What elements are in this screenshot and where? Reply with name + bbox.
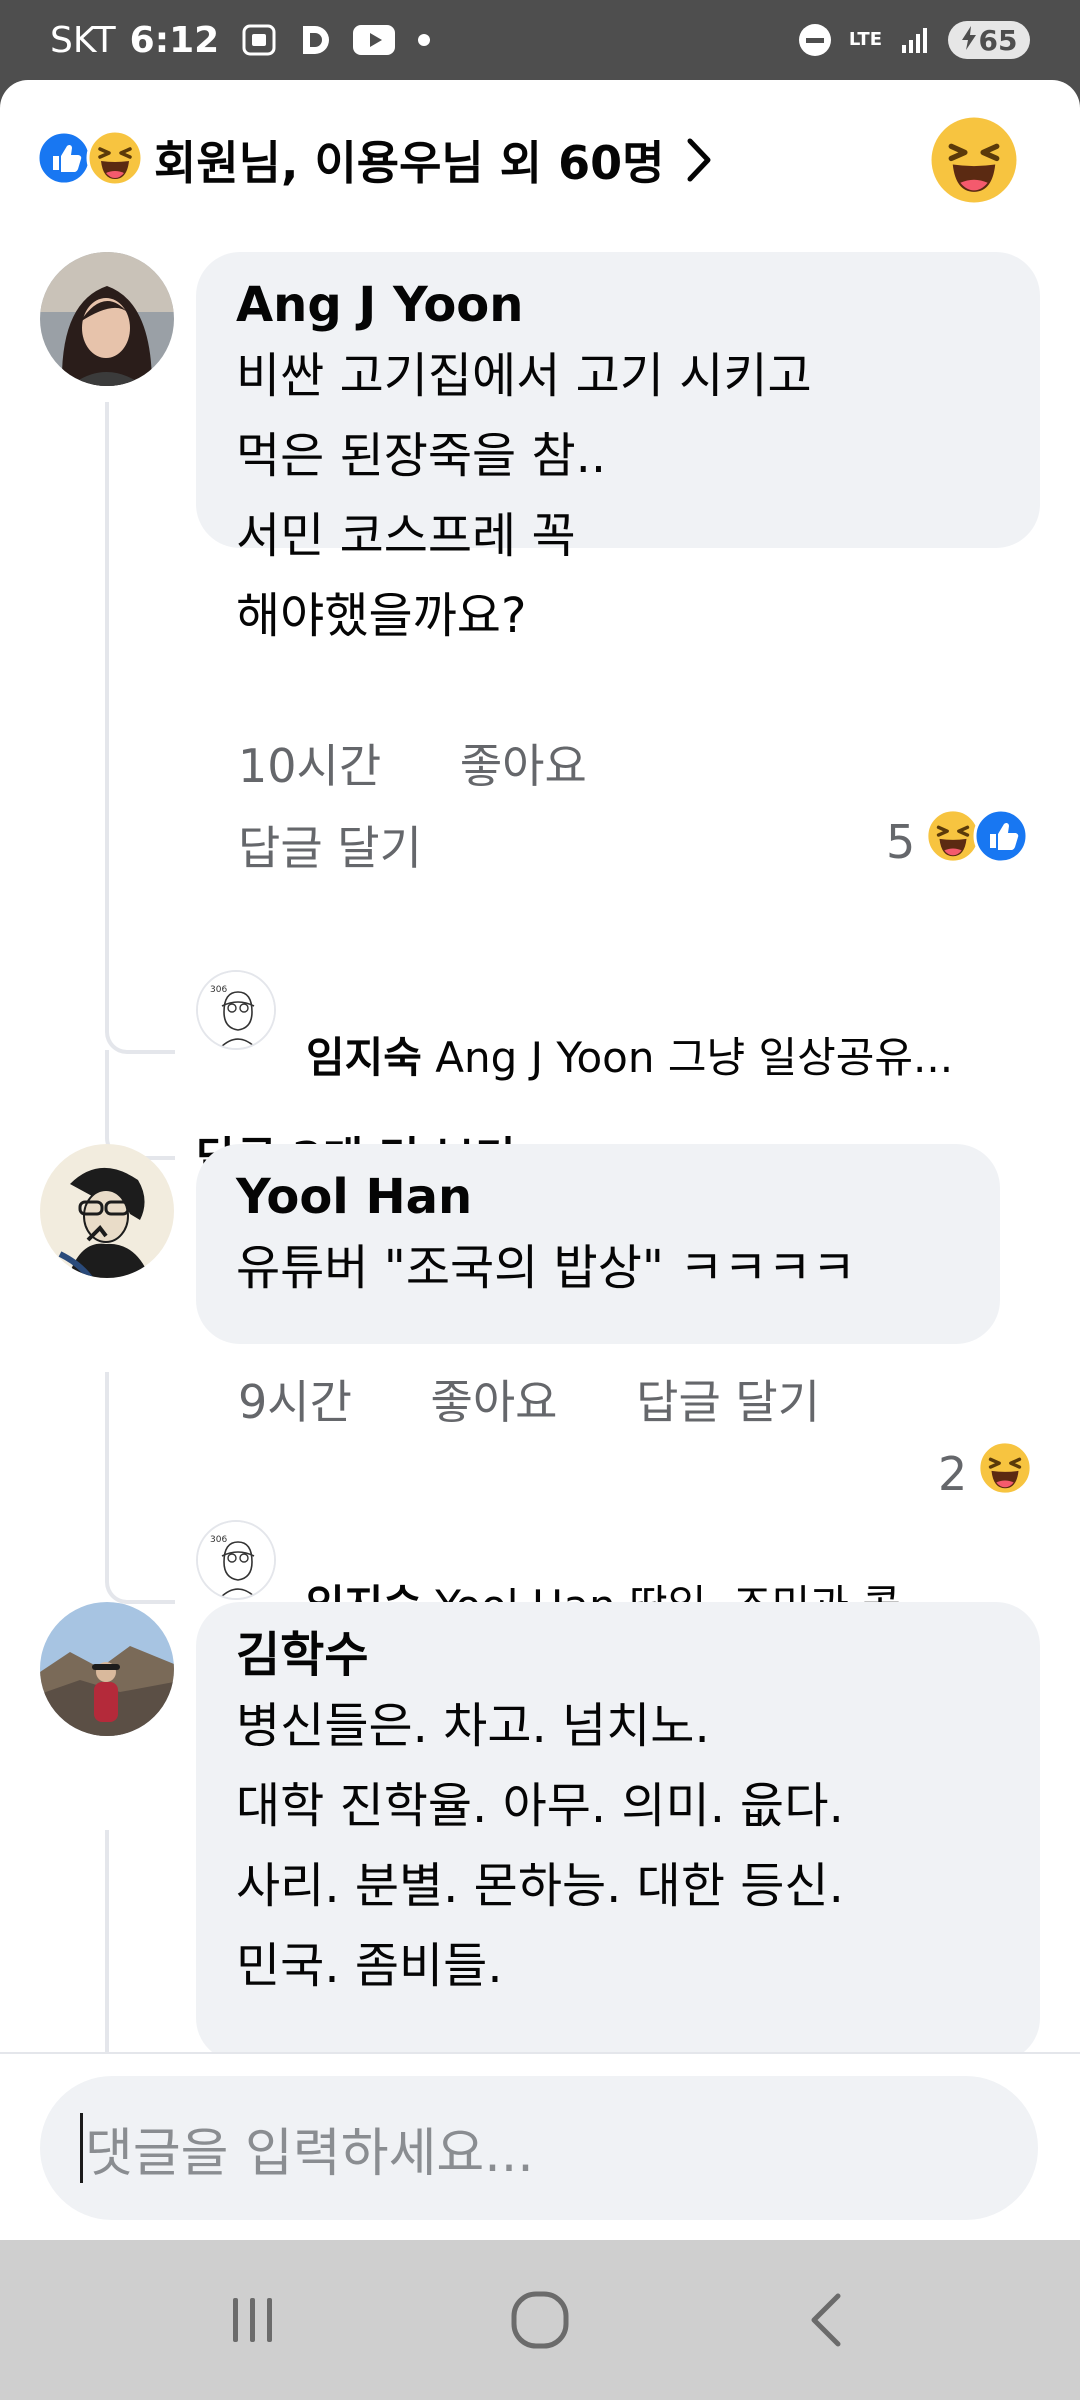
haha-emoji-icon <box>977 1440 1033 1507</box>
comment-input-placeholder: 댓글을 입력하세요... <box>85 2123 534 2184</box>
thread-connector <box>105 980 175 981</box>
carrier-label: SKT <box>50 19 116 61</box>
haha-reaction-button[interactable] <box>930 116 1018 208</box>
thumbs-up-icon <box>36 130 92 190</box>
comment-actions: 10시간 좋아요 답글 달기 <box>238 736 938 878</box>
avatar[interactable] <box>40 252 174 386</box>
reactions-summary[interactable]: 회원님, 이용우님 외 60명 <box>0 80 1080 240</box>
reaction-count[interactable]: 5 <box>886 808 1029 875</box>
avatar[interactable] <box>40 1144 174 1278</box>
battery-indicator: 65 <box>948 21 1030 59</box>
status-bar: SKT 6:12 LTE 65 <box>0 0 1080 80</box>
system-navigation-bar <box>0 2240 1080 2400</box>
thread-connector <box>105 1520 175 1604</box>
reply-button[interactable]: 답글 달기 <box>238 818 938 878</box>
thread-connector <box>105 1050 175 1160</box>
clock: 6:12 <box>129 19 220 61</box>
haha-emoji-icon <box>86 129 144 191</box>
comment-author[interactable]: 김학수 <box>236 1624 1000 1686</box>
comment-bubble[interactable]: Yool Han 유튜버 "조국의 밥상" ㅋㅋㅋㅋ <box>196 1144 1000 1344</box>
comment-author[interactable]: Ang J Yoon <box>236 274 1000 336</box>
home-button[interactable] <box>480 2260 600 2380</box>
comments-sheet: 회원님, 이용우님 외 60명 Ang J Yoon 비싼 고기집에서 고기 시… <box>0 80 1080 2240</box>
thread-line <box>105 402 109 972</box>
comment-actions: 9시간 좋아요 답글 달기 <box>238 1372 938 1432</box>
avatar[interactable]: 306 <box>196 1520 276 1600</box>
back-button[interactable] <box>767 2260 887 2380</box>
do-not-disturb-icon <box>798 24 831 56</box>
avatar[interactable] <box>40 1602 174 1736</box>
screenshot-icon <box>241 23 277 57</box>
reaction-count[interactable]: 2 <box>938 1440 1033 1507</box>
reaction-count-number: 2 <box>938 1446 968 1501</box>
text-cursor <box>80 2113 83 2183</box>
like-button[interactable]: 좋아요 <box>460 736 587 796</box>
youtube-icon <box>353 25 396 55</box>
svg-text:306: 306 <box>210 1535 227 1545</box>
svg-text:306: 306 <box>210 985 227 995</box>
d-app-icon <box>299 23 331 57</box>
reactions-summary-text: 회원님, 이용우님 외 60명 <box>154 136 665 190</box>
battery-level: 65 <box>978 23 1018 57</box>
recent-apps-button[interactable] <box>193 2260 313 2380</box>
notification-dot-icon <box>417 33 431 47</box>
like-button[interactable]: 좋아요 <box>431 1372 558 1432</box>
comment-bubble[interactable]: Ang J Yoon 비싼 고기집에서 고기 시키고 먹은 된장죽을 참.. 서… <box>196 252 1040 644</box>
comment-bubble[interactable]: 김학수 병신들은. 차고. 넘치노. 대학 진학율. 아무. 의미. 읎다. 사… <box>196 1602 1040 2062</box>
charging-icon <box>961 24 977 57</box>
comment-timestamp: 10시간 <box>238 739 382 793</box>
comment-timestamp: 9시간 <box>238 1375 352 1429</box>
chevron-right-icon <box>684 137 714 183</box>
thumbs-up-icon <box>973 808 1029 875</box>
reply-button[interactable]: 답글 달기 <box>636 1372 820 1432</box>
reply-author[interactable]: 임지숙 <box>306 1033 422 1082</box>
comment-text: 유튜버 "조국의 밥상" ㅋㅋㅋㅋ <box>236 1240 856 1296</box>
network-type-label: LTE <box>848 29 882 50</box>
comment-composer: 댓글을 입력하세요... <box>0 2052 1080 2240</box>
thread-connector <box>105 960 175 1054</box>
signal-icon <box>900 25 930 55</box>
reaction-count-number: 5 <box>886 814 916 869</box>
comment-text: 병신들은. 차고. 넘치노. 대학 진학율. 아무. 의미. 읎다. 사리. 분… <box>236 1698 844 1994</box>
comment-text: 비싼 고기집에서 고기 시키고 먹은 된장죽을 참.. 서민 코스프레 꼭 해야… <box>236 348 812 644</box>
reply-preview[interactable]: 임지숙 Ang J Yoon 그냥 일상공유... <box>306 1024 1036 1085</box>
avatar[interactable]: 306 <box>196 970 276 1050</box>
reply-text: Ang J Yoon 그냥 일상공유... <box>435 1033 954 1082</box>
comment-author[interactable]: Yool Han <box>236 1166 960 1228</box>
comment-input[interactable]: 댓글을 입력하세요... <box>40 2076 1038 2220</box>
thread-line <box>105 1830 109 2060</box>
